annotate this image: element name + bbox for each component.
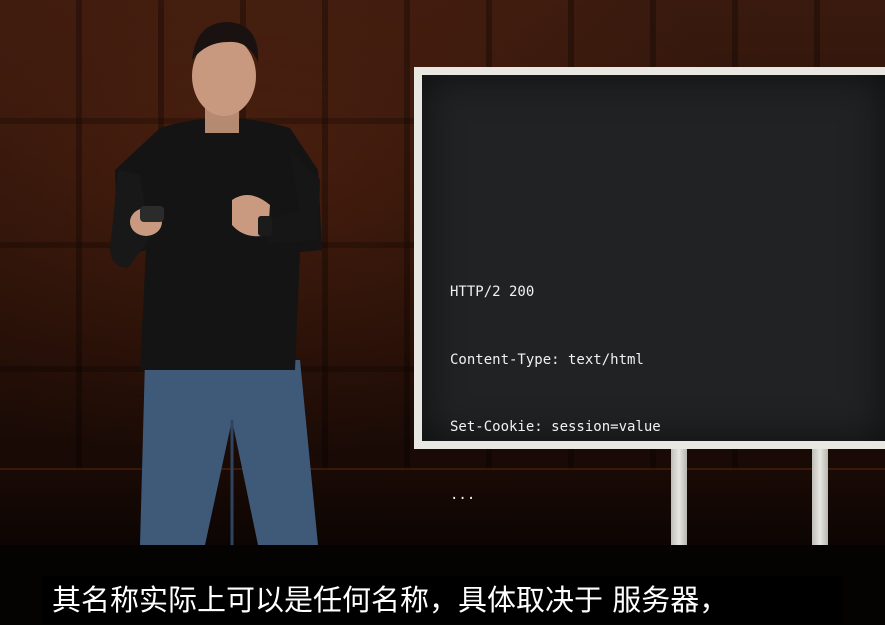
code-line-status: HTTP/2 200	[450, 284, 535, 300]
video-frame: HTTP/2 200 Content-Type: text/html Set-C…	[0, 0, 885, 625]
presenter-watch	[258, 216, 272, 236]
presenter-shirt	[115, 118, 322, 370]
board-screen: HTTP/2 200 Content-Type: text/html Set-C…	[422, 75, 885, 503]
board-stand-leg-right	[812, 449, 828, 545]
presenter-clicker	[140, 206, 164, 222]
board-stand-leg-left	[671, 449, 687, 545]
code-line-set-cookie: Set-Cookie: session=value	[450, 419, 661, 435]
code-line-ellipsis: ...	[450, 486, 476, 503]
code-line-content-type: Content-Type: text/html	[450, 351, 644, 368]
presenter-jeans	[140, 360, 318, 545]
http-response-code: HTTP/2 200 Content-Type: text/html Set-C…	[450, 236, 661, 551]
subtitle-text: 其名称实际上可以是任何名称，具体取决于 服务器，	[42, 576, 842, 624]
presentation-board: HTTP/2 200 Content-Type: text/html Set-C…	[414, 67, 885, 503]
